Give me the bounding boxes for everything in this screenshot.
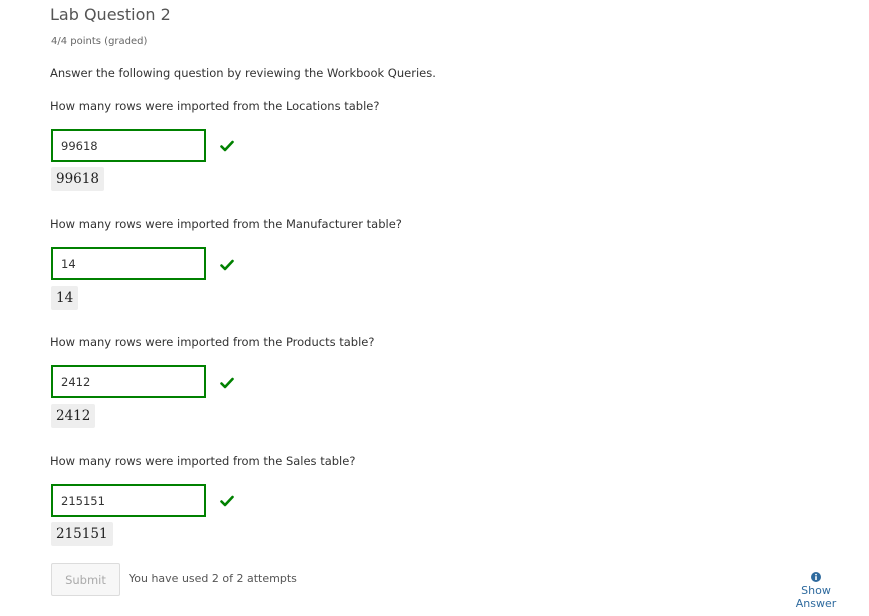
answer-preview: 2412 (51, 404, 96, 428)
checkmark-icon (220, 495, 234, 507)
points-label: 4/4 points (graded) (51, 36, 148, 47)
checkmark-icon (220, 377, 234, 389)
answer-input[interactable]: 2412 (51, 365, 206, 398)
question-label: How many rows were imported from the Man… (50, 217, 402, 231)
answer-input[interactable]: 99618 (51, 129, 206, 162)
checkmark-icon (220, 140, 234, 152)
answer-input[interactable]: 14 (51, 247, 206, 280)
answer-input[interactable]: 215151 (51, 484, 206, 517)
answer-input-value: 2412 (61, 375, 91, 389)
question-label: How many rows were imported from the Pro… (50, 335, 375, 349)
instructions-text: Answer the following question by reviewi… (50, 66, 436, 80)
answer-input-value: 215151 (61, 494, 105, 508)
answer-preview: 215151 (51, 522, 113, 546)
answer-input-value: 14 (61, 257, 76, 271)
answer-preview: 99618 (51, 167, 104, 191)
attempts-text: You have used 2 of 2 attempts (129, 572, 297, 585)
question-label: How many rows were imported from the Sal… (50, 454, 356, 468)
problem-title: Lab Question 2 (50, 5, 171, 24)
question-label: How many rows were imported from the Loc… (50, 99, 380, 113)
answer-preview: 14 (51, 286, 79, 310)
info-icon (811, 572, 821, 582)
submit-button[interactable]: Submit (51, 563, 120, 596)
show-answer-label: Show Answer (795, 584, 837, 610)
show-answer-button[interactable]: Show Answer (780, 572, 852, 610)
checkmark-icon (220, 259, 234, 271)
answer-input-value: 99618 (61, 139, 98, 153)
